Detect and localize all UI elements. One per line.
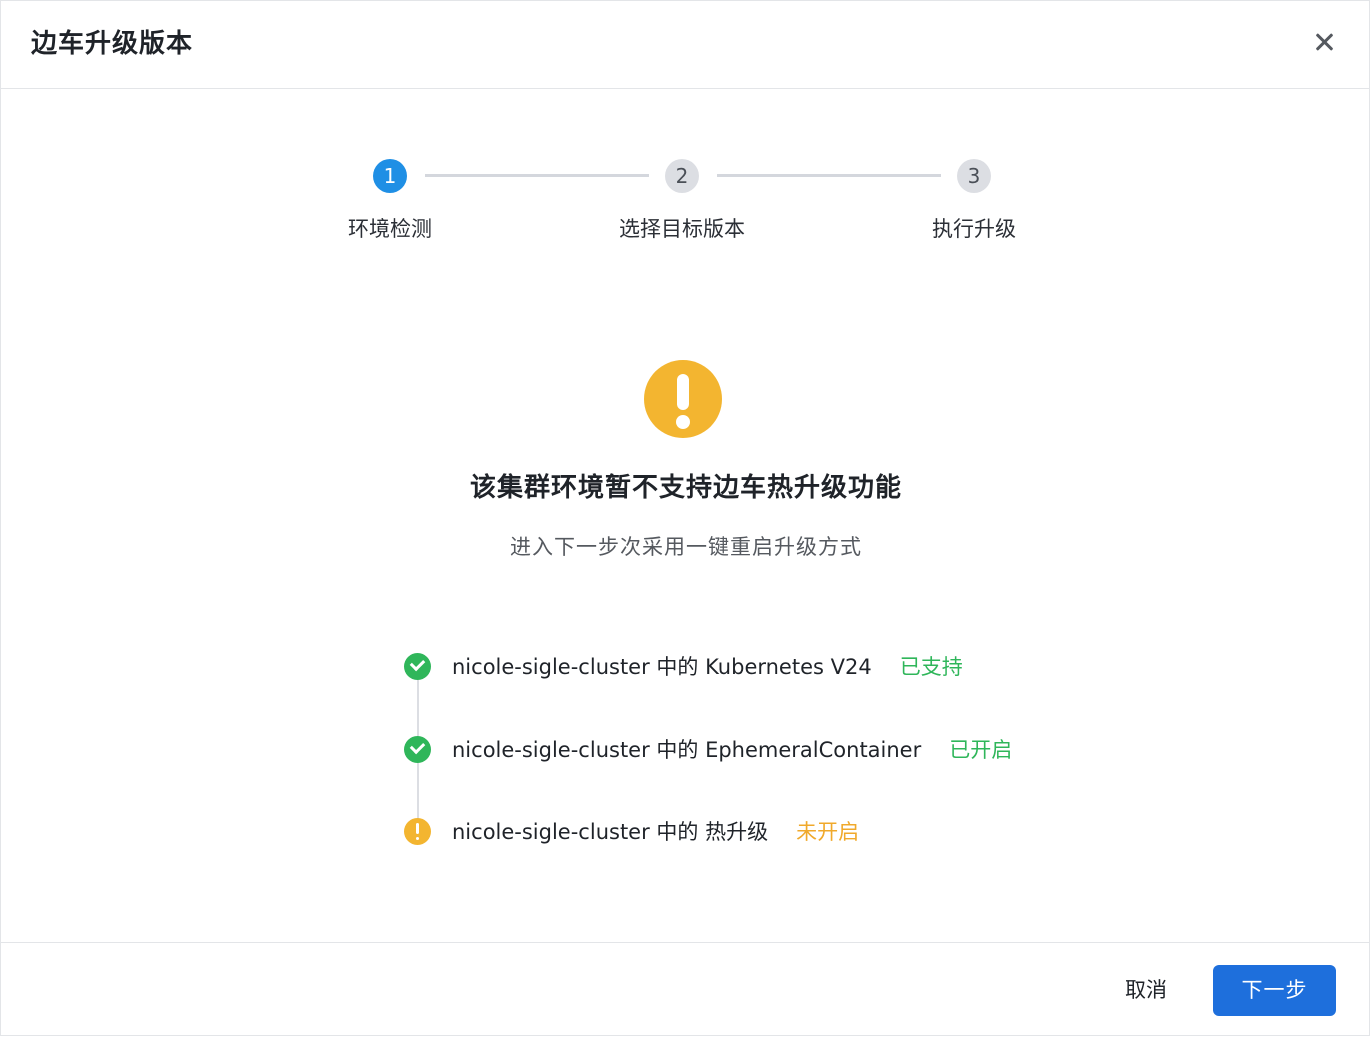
step-2-label: 选择目标版本 [619,217,745,241]
warning-icon [644,360,722,438]
step-connector-1 [425,174,649,177]
result-title: 该集群环境暂不支持边车热升级功能 [469,473,902,503]
dialog-title: 边车升级版本 [31,29,194,59]
check-item: nicole-sigle-cluster 中的 Kubernetes V24 已… [404,652,963,680]
check-circle-icon [404,652,431,680]
check-item: nicole-sigle-cluster 中的 EphemeralContain… [404,735,1012,763]
dialog-header: 边车升级版本 [1,1,1369,89]
close-icon[interactable] [1311,29,1337,55]
step-3-label: 执行升级 [932,217,1016,241]
check-status: 已开启 [949,738,1013,762]
check-status: 已支持 [899,655,963,679]
step-3-circle: 3 [957,159,991,193]
check-text: nicole-sigle-cluster 中的 热升级 [452,820,769,844]
check-item: nicole-sigle-cluster 中的 热升级 未开启 [404,817,859,845]
step-1-circle: 1 [373,159,407,193]
check-status: 未开启 [796,820,860,844]
dialog-footer: 取消 下一步 [1,942,1369,1037]
check-circle-icon [404,735,431,763]
step-1-label: 环境检测 [348,217,432,241]
upgrade-dialog: 边车升级版本 1 2 3 环境检测 选择目标版本 执行升级 该集群环境暂不支持边… [0,0,1370,1036]
next-step-button[interactable]: 下一步 [1213,965,1336,1016]
warning-circle-icon [404,817,431,845]
check-text: nicole-sigle-cluster 中的 EphemeralContain… [452,738,922,762]
step-connector-2 [717,174,941,177]
step-2-circle: 2 [665,159,699,193]
cancel-button[interactable]: 取消 [1106,965,1186,1015]
result-subtitle: 进入下一步次采用一键重启升级方式 [510,535,862,559]
check-text: nicole-sigle-cluster 中的 Kubernetes V24 [452,655,872,679]
